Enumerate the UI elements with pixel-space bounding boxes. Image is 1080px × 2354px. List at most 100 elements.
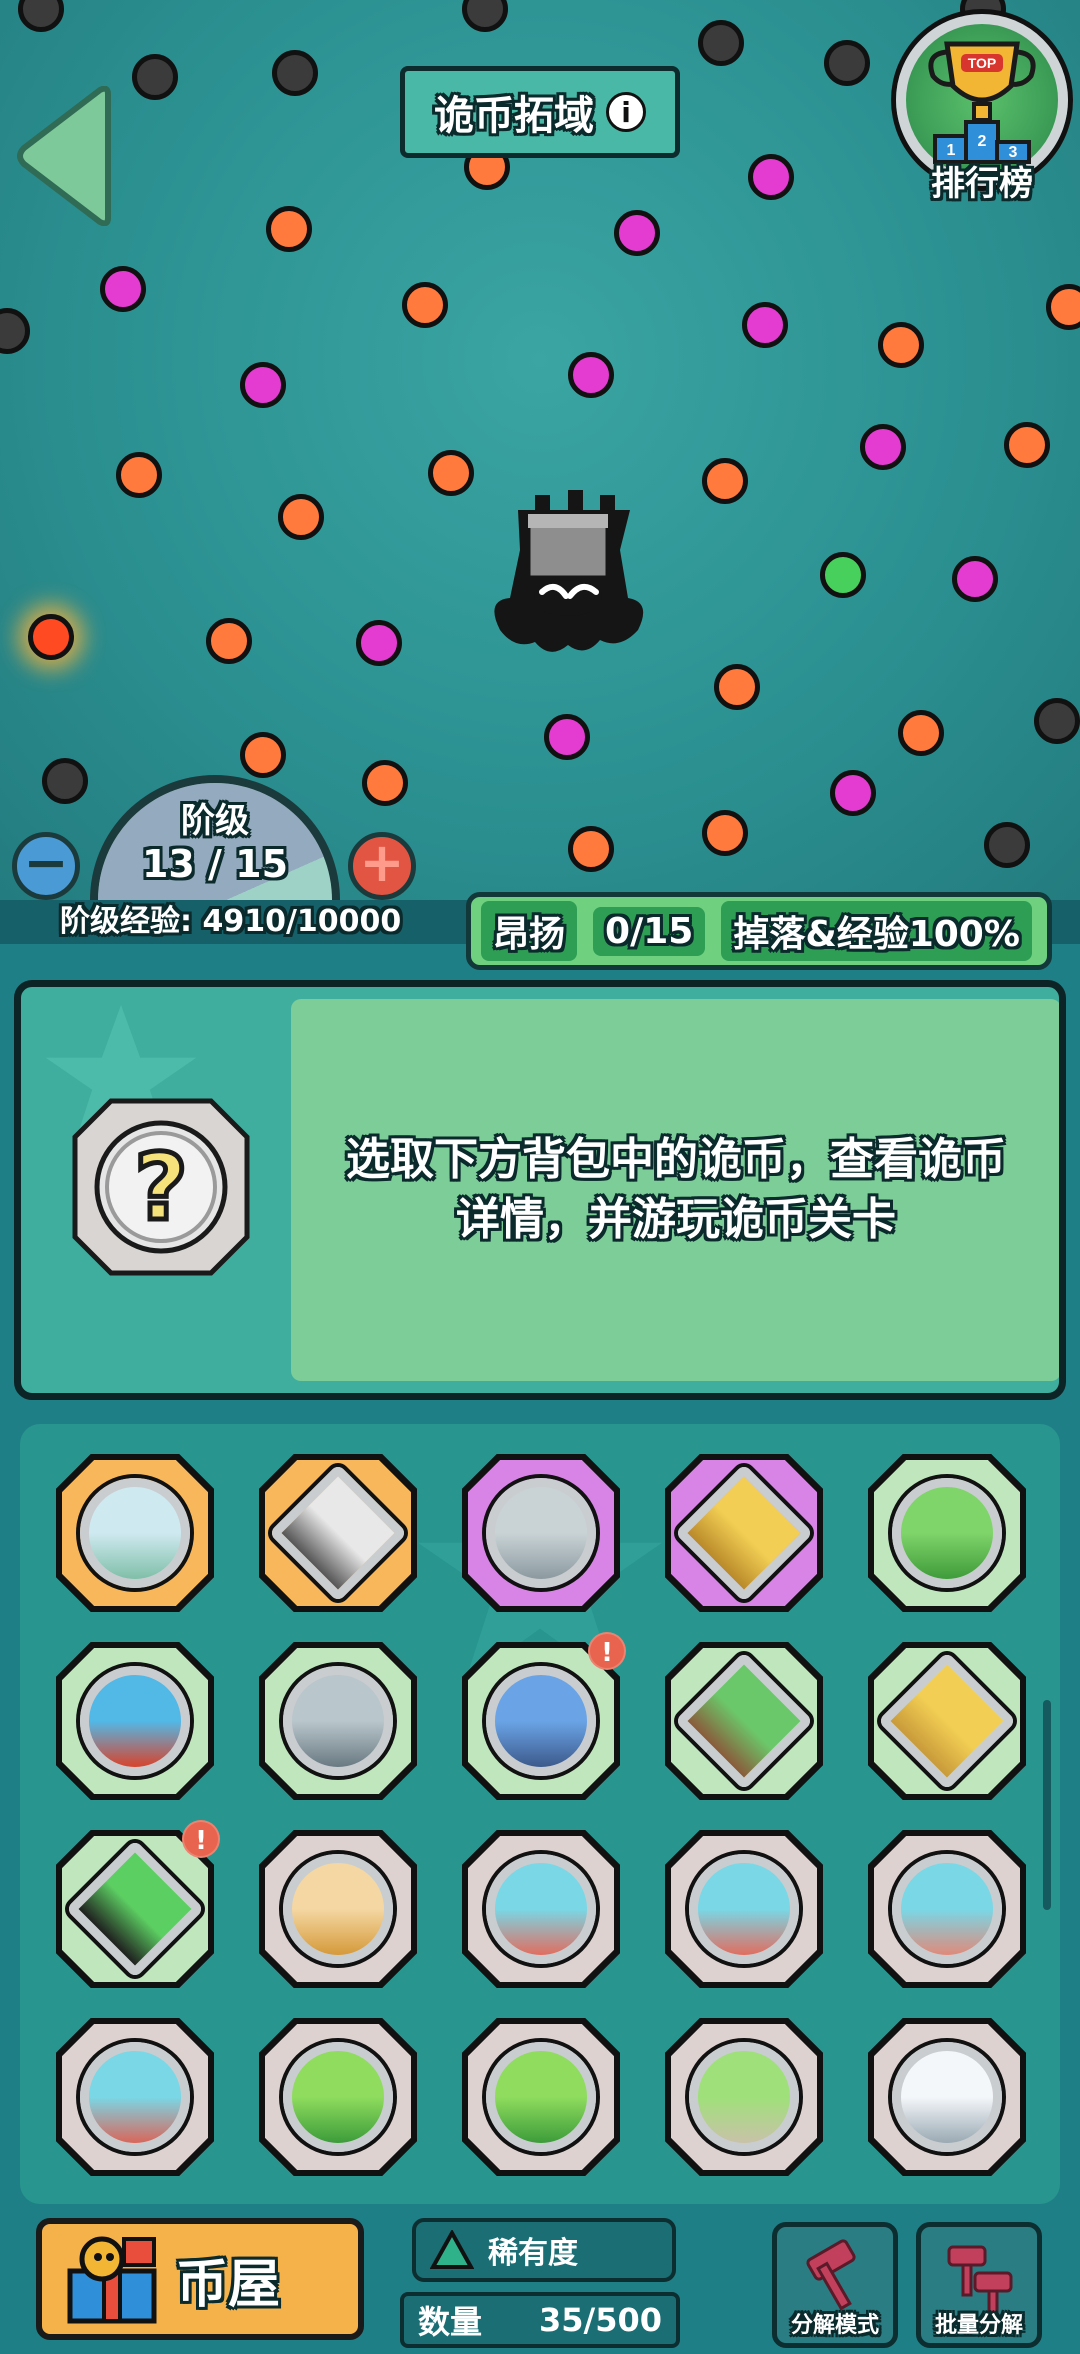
peg — [1034, 698, 1080, 744]
coin-description-text: 选取下方背包中的诡币，查看诡币详情，并游玩诡币关卡 — [346, 1134, 1006, 1245]
inventory-count: 数量 35/500 — [400, 2292, 680, 2348]
peg — [272, 50, 318, 96]
sphinx-coin-icon — [283, 1854, 393, 1964]
buff-bonus: 掉落&经验100% — [721, 901, 1032, 961]
coin-tile[interactable] — [868, 1830, 1026, 1988]
multi-hammer-icon — [947, 2245, 1013, 2315]
peg — [132, 54, 178, 100]
peg — [428, 450, 474, 496]
level-gauge: 阶级 13 / 15 — [90, 775, 340, 905]
peg — [952, 556, 998, 602]
level-exp-value: 4910/10000 — [202, 904, 402, 939]
peg — [898, 710, 944, 756]
coin-description: 选取下方背包中的诡币，查看诡币详情，并游玩诡币关卡 — [291, 999, 1059, 1381]
snow-tower-coin-icon — [892, 2042, 1002, 2152]
coin-tile[interactable] — [259, 2018, 417, 2176]
coin-tile[interactable] — [868, 1454, 1026, 1612]
peg — [116, 452, 162, 498]
batch-split-button[interactable]: 批量分解 — [916, 2222, 1042, 2348]
peg — [240, 732, 286, 778]
peg — [714, 664, 760, 710]
hammer-icon — [806, 2239, 856, 2311]
peg — [1004, 422, 1050, 468]
peg — [356, 620, 402, 666]
snow-mountain-coin-icon — [80, 1478, 190, 1588]
red-castle-coin-icon — [689, 1854, 799, 1964]
inventory-scrollbar[interactable] — [1043, 1700, 1051, 1910]
peg — [206, 618, 252, 664]
triangle-icon — [430, 2230, 474, 2269]
level-exp-label: 阶级经验: — [60, 904, 192, 939]
peg — [824, 40, 870, 86]
level-label: 阶级 — [181, 801, 249, 841]
coin-tile[interactable] — [462, 1454, 620, 1612]
red-wall-coin-icon — [80, 2042, 190, 2152]
peg — [462, 0, 508, 32]
coin-detail-card: ? 选取下方背包中的诡币，查看诡币详情，并游玩诡币关卡 — [14, 980, 1066, 1400]
peg — [742, 302, 788, 348]
coin-tile[interactable] — [259, 1454, 417, 1612]
coin-tile[interactable] — [665, 1830, 823, 1988]
treasure-box-icon — [67, 2236, 157, 2324]
coin-tile[interactable] — [259, 1830, 417, 1988]
ball — [28, 614, 74, 660]
level-value: 13 / 15 — [141, 842, 289, 886]
meadow-coin-icon — [486, 2042, 596, 2152]
skull-ruins-coin-icon — [486, 1478, 596, 1588]
ruined-wall-coin-icon — [892, 1854, 1002, 1964]
split-mode-label: 分解模式 — [790, 2313, 879, 2338]
meadow-coin-icon — [283, 2042, 393, 2152]
peg — [278, 494, 324, 540]
peg — [702, 458, 748, 504]
peg — [984, 822, 1030, 868]
peg — [402, 282, 448, 328]
peg — [568, 826, 614, 872]
coin-tile[interactable] — [259, 1642, 417, 1800]
peg — [100, 266, 146, 312]
podium-2: 2 — [978, 133, 987, 150]
question-mark: ? — [134, 1134, 187, 1241]
peg — [878, 322, 924, 368]
count-value: 35/500 — [538, 2301, 662, 2339]
coin-tile[interactable] — [462, 2018, 620, 2176]
info-icon[interactable]: i — [606, 92, 646, 132]
coin-tile[interactable] — [56, 1454, 214, 1612]
coin-tile[interactable]: ! — [462, 1632, 626, 1800]
level-decrease-button[interactable]: − — [12, 832, 80, 900]
level-exp: 阶级经验: 4910/10000 — [60, 900, 401, 944]
coin-house-button[interactable]: 币屋 — [36, 2218, 364, 2340]
coin-tile[interactable] — [665, 1642, 823, 1800]
buff-panel[interactable]: 昂扬 0/15 掉落&经验100% — [466, 892, 1052, 970]
coin-tile[interactable]: ! — [56, 1820, 220, 1988]
blue-tower-coin-icon — [486, 1666, 596, 1776]
hill-tower-coin-icon — [689, 2042, 799, 2152]
count-label: 数量 — [418, 2303, 483, 2341]
stone-fortress-coin-icon — [283, 1666, 393, 1776]
peg — [748, 154, 794, 200]
coin-inventory[interactable]: !! — [20, 1424, 1060, 2204]
coin-tile[interactable] — [665, 2018, 823, 2176]
coin-tile[interactable] — [665, 1454, 823, 1612]
coin-house-label: 币屋 — [176, 2254, 281, 2315]
coin-tile[interactable] — [868, 1642, 1026, 1800]
page-title: 诡币拓域 i — [400, 66, 680, 158]
peg — [698, 20, 744, 66]
rarity-sort-button[interactable]: 稀有度 — [412, 2218, 676, 2282]
peg — [820, 552, 866, 598]
red-castle-coin-icon — [486, 1854, 596, 1964]
coin-tile[interactable] — [462, 1830, 620, 1988]
peg — [362, 760, 408, 806]
peg — [18, 0, 64, 32]
ranking-button[interactable]: TOP 1 2 3 排行榜 — [892, 14, 1072, 224]
peg — [1046, 284, 1080, 330]
peg — [860, 424, 906, 470]
split-mode-button[interactable]: 分解模式 — [772, 2222, 898, 2348]
coin-tile[interactable] — [56, 1642, 214, 1800]
coin-tile[interactable] — [868, 2018, 1026, 2176]
peg — [0, 308, 30, 354]
level-increase-button[interactable]: + — [348, 832, 416, 900]
buff-name: 昂扬 — [481, 901, 578, 961]
back-arrow-icon[interactable] — [12, 86, 118, 226]
question-mark-icon: ? — [72, 1098, 250, 1276]
coin-tile[interactable] — [56, 2018, 214, 2176]
